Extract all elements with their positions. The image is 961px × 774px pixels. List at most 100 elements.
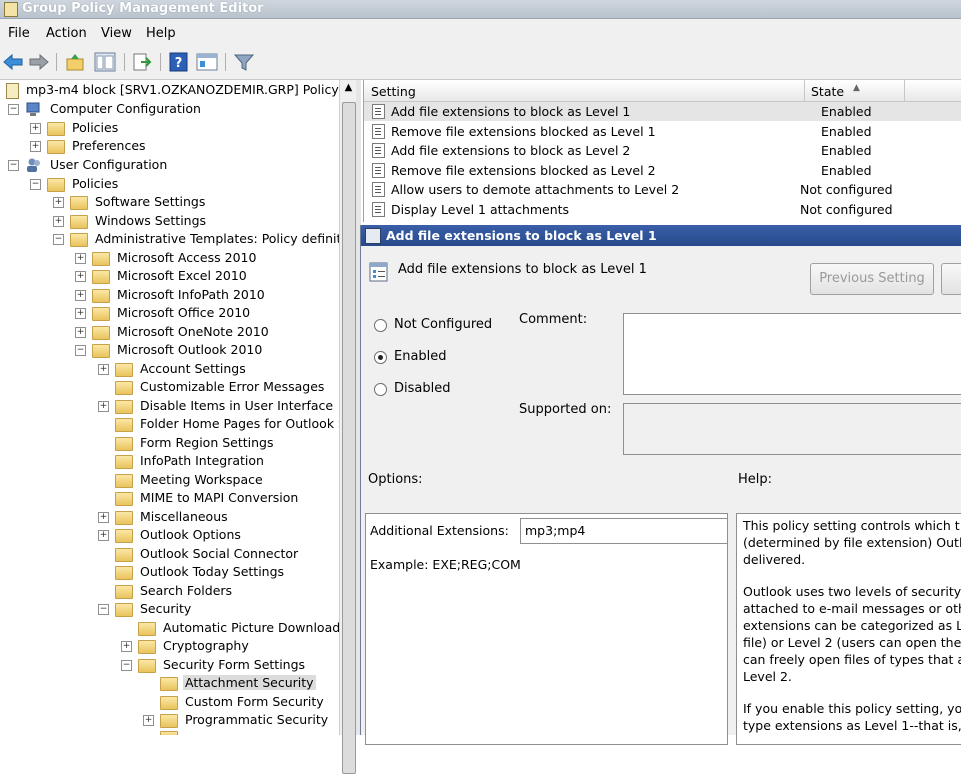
list-row[interactable]: Remove file extensions blocked as Level … xyxy=(364,161,961,180)
list-row[interactable]: Remove file extensions blocked as Level … xyxy=(364,122,961,141)
expand-icon[interactable]: + xyxy=(75,253,86,264)
expand-icon[interactable]: + xyxy=(30,141,41,152)
column-header-setting[interactable]: Setting xyxy=(371,84,416,99)
enabled-radio[interactable] xyxy=(374,351,387,364)
tree-scrollbar[interactable]: ▲ xyxy=(339,80,357,774)
setting-name: Display Level 1 attachments xyxy=(391,202,570,217)
expand-icon[interactable]: + xyxy=(143,715,154,726)
show-hide-tree-icon[interactable] xyxy=(94,52,116,72)
column-separator[interactable] xyxy=(804,80,805,101)
folder-icon xyxy=(115,381,133,395)
expand-icon[interactable]: + xyxy=(53,197,64,208)
dialog-title: Add file extensions to block as Level 1 xyxy=(386,228,657,243)
tree-label: Administrative Templates: Policy definit… xyxy=(95,231,339,246)
list-row[interactable]: Allow users to demote attachments to Lev… xyxy=(364,180,961,199)
dialog-title-bar[interactable]: Add file extensions to block as Level 1 xyxy=(361,225,961,246)
disabled-radio[interactable] xyxy=(374,383,387,396)
list-row[interactable]: Display Level 1 attachments Not configur… xyxy=(364,200,961,219)
collapse-icon[interactable]: − xyxy=(8,104,19,115)
help-icon[interactable]: ? xyxy=(168,52,190,72)
setting-state: Enabled xyxy=(821,104,872,119)
column-separator[interactable] xyxy=(904,80,905,101)
folder-icon xyxy=(115,363,133,377)
collapse-icon[interactable]: − xyxy=(75,345,86,356)
expand-icon[interactable]: + xyxy=(121,641,132,652)
console-tree[interactable]: mp3-m4 block [SRV1.OZKANOZDEMIR.GRP] Pol… xyxy=(0,80,339,735)
expand-icon[interactable]: + xyxy=(30,123,41,134)
menu-file[interactable]: File xyxy=(8,26,30,41)
expand-icon[interactable]: + xyxy=(53,216,64,227)
tree-label: Meeting Workspace xyxy=(140,472,263,487)
filter-icon[interactable] xyxy=(233,52,255,72)
menu-help[interactable]: Help xyxy=(146,26,176,41)
next-setting-button[interactable] xyxy=(941,263,961,295)
policy-setting-icon xyxy=(372,124,385,139)
tree-label: mp3-m4 block [SRV1.OZKANOZDEMIR.GRP] Pol… xyxy=(26,82,339,97)
folder-icon xyxy=(115,566,133,580)
tree-label: Programmatic Security xyxy=(185,712,329,727)
list-header: Setting State ▲ xyxy=(364,80,961,102)
folder-icon xyxy=(92,307,110,321)
collapse-icon[interactable]: − xyxy=(98,604,109,615)
folder-icon xyxy=(115,529,133,543)
menu-view[interactable]: View xyxy=(101,26,132,41)
not-configured-label[interactable]: Not Configured xyxy=(394,317,492,332)
policy-setting-icon xyxy=(372,202,385,217)
folder-icon xyxy=(115,474,133,488)
expand-icon[interactable]: + xyxy=(75,290,86,301)
tree-label: Cryptography xyxy=(163,638,249,653)
comment-textarea[interactable] xyxy=(623,313,961,395)
tree-label: Microsoft Office 2010 xyxy=(117,305,251,320)
tree-label: Attachment Security xyxy=(183,675,316,690)
expand-icon[interactable]: + xyxy=(75,271,86,282)
tree-label: Windows Settings xyxy=(95,213,207,228)
expand-icon[interactable]: + xyxy=(75,308,86,319)
users-icon xyxy=(27,158,40,172)
dialog-heading: Add file extensions to block as Level 1 xyxy=(398,262,647,277)
collapse-icon[interactable]: − xyxy=(121,660,132,671)
forward-arrow-icon[interactable] xyxy=(28,52,50,72)
list-row[interactable]: Add file extensions to block as Level 2 … xyxy=(364,141,961,160)
open-folder-icon xyxy=(160,677,178,691)
export-list-icon[interactable] xyxy=(131,52,153,72)
menu-action[interactable]: Action xyxy=(46,26,87,41)
additional-extensions-value: mp3;mp4 xyxy=(525,523,586,538)
tree-label: Custom Form Security xyxy=(185,694,324,709)
gpo-app-icon xyxy=(4,2,18,17)
expand-icon[interactable]: + xyxy=(98,364,109,375)
help-paragraph: If you enable this policy setting, yo ty… xyxy=(743,701,961,733)
tree-label: User Configuration xyxy=(50,157,168,172)
toolbar: ? xyxy=(0,45,961,80)
setting-state: Enabled xyxy=(821,124,872,139)
disabled-label[interactable]: Disabled xyxy=(394,381,450,396)
collapse-icon[interactable]: − xyxy=(8,160,19,171)
list-row[interactable]: Add file extensions to block as Level 1 … xyxy=(364,102,961,121)
policy-setting-icon xyxy=(372,182,385,197)
additional-extensions-input[interactable]: mp3;mp4 xyxy=(520,518,727,544)
enabled-label[interactable]: Enabled xyxy=(394,349,447,364)
expand-icon[interactable]: + xyxy=(75,327,86,338)
options-label: Options: xyxy=(368,472,423,487)
scroll-thumb[interactable] xyxy=(342,102,356,774)
tree-label: InfoPath Integration xyxy=(140,453,264,468)
folder-icon xyxy=(115,511,133,525)
policy-setting-icon xyxy=(372,163,385,178)
previous-setting-button[interactable]: Previous Setting xyxy=(810,263,934,295)
expand-icon[interactable]: + xyxy=(98,512,109,523)
up-folder-icon[interactable] xyxy=(64,52,86,72)
collapse-icon[interactable]: − xyxy=(30,179,41,190)
not-configured-radio[interactable] xyxy=(374,319,387,332)
expand-icon[interactable]: + xyxy=(98,530,109,541)
scroll-up-icon[interactable]: ▲ xyxy=(341,82,356,98)
folder-icon xyxy=(138,659,156,673)
collapse-icon[interactable]: − xyxy=(53,234,64,245)
help-panel[interactable]: This policy setting controls which t (de… xyxy=(736,513,961,745)
setting-name: Add file extensions to block as Level 1 xyxy=(391,104,631,119)
toolbar-separator xyxy=(124,53,125,71)
properties-icon[interactable] xyxy=(196,52,218,72)
setting-name: Add file extensions to block as Level 2 xyxy=(391,143,631,158)
back-arrow-icon[interactable] xyxy=(2,52,24,72)
expand-icon[interactable]: + xyxy=(98,401,109,412)
column-header-state[interactable]: State xyxy=(811,84,844,99)
folder-icon xyxy=(92,270,110,284)
